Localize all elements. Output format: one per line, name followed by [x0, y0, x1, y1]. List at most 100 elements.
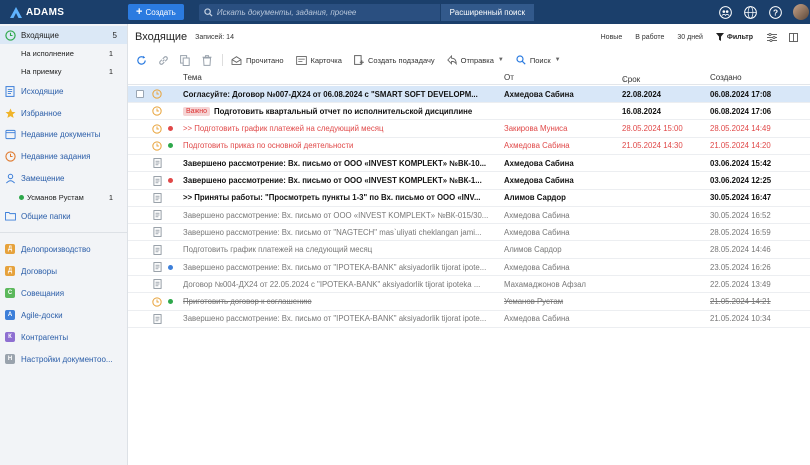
row-checkbox-cell[interactable]: [136, 155, 145, 171]
column-created[interactable]: Создано: [710, 73, 742, 82]
sidebar-item-agile-boards[interactable]: A Agile-доски: [0, 306, 127, 324]
row-checkbox-cell[interactable]: [136, 276, 145, 292]
sidebar-item-contracts[interactable]: Д Договоры: [0, 262, 127, 280]
row-checkbox-cell[interactable]: [136, 311, 145, 327]
sidebar-item-label: Общие папки: [21, 211, 71, 221]
document-icon: [151, 242, 163, 258]
row-subject[interactable]: Завершено рассмотрение: Вх. письмо от ОО…: [183, 207, 488, 223]
row-checkbox-cell[interactable]: [136, 173, 145, 189]
user-avatar[interactable]: [793, 4, 809, 20]
table-row[interactable]: Приготовить договор к соглашению Усманов …: [128, 294, 810, 311]
language-icon[interactable]: [743, 5, 757, 19]
sidebar-item-recent-tasks[interactable]: Недавние задания: [0, 147, 127, 165]
sidebar-item-substitute-user[interactable]: Усманов Рустам 1: [0, 189, 127, 205]
filter-30-days[interactable]: 30 дней: [677, 34, 702, 41]
table-row[interactable]: >> Подготовить график платежей на следую…: [128, 121, 810, 138]
sidebar-item-records-management[interactable]: Д Делопроизводство: [0, 240, 127, 258]
table-row[interactable]: Подготовить график платежей на следующий…: [128, 242, 810, 259]
row-created: 06.08.2024 17:06: [710, 106, 772, 116]
sidebar-item-settings[interactable]: Н Настройки документоо...: [0, 350, 127, 368]
document-icon: [151, 311, 163, 327]
app-logo[interactable]: ADAMS: [0, 6, 128, 18]
row-subject-text: Приготовить договор к соглашению: [183, 297, 312, 307]
row-checkbox-cell[interactable]: [136, 138, 145, 154]
table-row[interactable]: Важно Подготовить квартальный отчет по ис…: [128, 103, 810, 121]
send-dropdown[interactable]: Отправка ▼: [446, 55, 504, 65]
sidebar-item-substitution[interactable]: Замещение: [0, 169, 127, 187]
row-subject[interactable]: Завершено рассмотрение: Вх. письмо от ОО…: [183, 155, 488, 171]
sidebar-item-counterparties[interactable]: К Контрагенты: [0, 328, 127, 346]
create-subtask-button[interactable]: Создать подзадачу: [354, 55, 435, 65]
table-row[interactable]: Подготовить приказ по основной деятельно…: [128, 138, 810, 155]
sidebar-item-favorites[interactable]: Избранное: [0, 104, 127, 122]
global-search[interactable]: Искать документы, задания, прочее Расшир…: [198, 3, 534, 21]
advanced-search-button[interactable]: Расширенный поиск: [439, 3, 534, 21]
row-subject[interactable]: Согласуйте: Договор №007-ДХ24 от 06.08.2…: [183, 86, 488, 102]
create-button[interactable]: + Создать: [128, 4, 184, 20]
row-checkbox-cell[interactable]: [136, 224, 145, 240]
row-subject[interactable]: Договор №004-ДХ24 от 22.05.2024 с "IPOTE…: [183, 276, 488, 292]
row-checkbox-cell[interactable]: [136, 294, 145, 310]
help-icon[interactable]: ?: [768, 5, 782, 19]
link-icon[interactable]: [156, 53, 170, 67]
sidebar-item-to-execute[interactable]: На исполнение 1: [0, 45, 127, 61]
table-row[interactable]: Завершено рассмотрение: Вх. письмо от "I…: [128, 259, 810, 276]
table-row[interactable]: Завершено рассмотрение: Вх. письмо от "I…: [128, 311, 810, 328]
row-subject[interactable]: Завершено рассмотрение: Вх. письмо от "N…: [183, 224, 488, 240]
sidebar-item-inbox[interactable]: Входящие 5: [0, 26, 127, 44]
document-icon: [151, 173, 163, 189]
row-subject[interactable]: >> Приняты работы: "Просмотреть пункты 1…: [183, 190, 488, 206]
column-from[interactable]: От: [504, 73, 514, 82]
chevron-down-icon: ▼: [554, 57, 561, 63]
filter-new[interactable]: Новые: [601, 34, 623, 41]
card-button[interactable]: Карточка: [295, 56, 342, 65]
subtask-icon: [354, 55, 364, 65]
page-header: Входящие Записей: 14 Новые В работе 30 д…: [128, 24, 810, 50]
row-term: [622, 259, 700, 275]
view-toggle-icon[interactable]: [789, 32, 798, 42]
row-checkbox-cell[interactable]: [136, 259, 145, 275]
row-checkbox-cell[interactable]: [136, 86, 145, 102]
table-row[interactable]: Договор №004-ДХ24 от 22.05.2024 с "IPOTE…: [128, 276, 810, 294]
row-checkbox-cell[interactable]: [136, 190, 145, 206]
row-checkbox-cell[interactable]: [136, 242, 145, 258]
row-term: [622, 276, 700, 292]
search-input[interactable]: Искать документы, задания, прочее: [217, 8, 440, 17]
sidebar-item-shared-folders[interactable]: Общие папки: [0, 207, 127, 225]
sidebar-item-recent-docs[interactable]: Недавние документы: [0, 125, 127, 143]
sidebar-item-outbox[interactable]: Исходящие: [0, 82, 127, 100]
table-row[interactable]: Завершено рассмотрение: Вх. письмо от ОО…: [128, 155, 810, 173]
table-row[interactable]: Согласуйте: Договор №007-ДХ24 от 06.08.2…: [128, 86, 810, 103]
filter-button[interactable]: Фильтр: [715, 33, 753, 41]
mark-read-button[interactable]: Прочитано: [231, 56, 284, 65]
table-row[interactable]: >> Приняты работы: "Просмотреть пункты 1…: [128, 190, 810, 207]
row-checkbox-cell[interactable]: [136, 207, 145, 223]
row-subject[interactable]: Приготовить договор к соглашению: [183, 294, 488, 310]
delete-icon[interactable]: [200, 53, 214, 67]
row-subject[interactable]: Завершено рассмотрение: Вх. письмо от "I…: [183, 259, 488, 275]
row-subject[interactable]: Завершено рассмотрение: Вх. письмо от ОО…: [183, 173, 488, 189]
row-subject[interactable]: Важно Подготовить квартальный отчет по ис…: [183, 103, 488, 119]
search-dropdown[interactable]: Поиск ▼: [516, 55, 561, 65]
refresh-icon[interactable]: [134, 53, 148, 67]
row-subject[interactable]: Подготовить график платежей на следующий…: [183, 242, 488, 258]
copy-icon[interactable]: [178, 53, 192, 67]
table-header: Тема От Срок ↓ Создано: [128, 71, 810, 85]
users-icon[interactable]: [718, 5, 732, 19]
table-row[interactable]: Завершено рассмотрение: Вх. письмо от ОО…: [128, 173, 810, 190]
sidebar-item-to-accept[interactable]: На приемку 1: [0, 63, 127, 79]
row-checkbox-cell[interactable]: [136, 103, 145, 119]
row-subject[interactable]: Завершено рассмотрение: Вх. письмо от "I…: [183, 311, 488, 327]
sidebar-item-meetings[interactable]: С Совещания: [0, 284, 127, 302]
table-row[interactable]: Завершено рассмотрение: Вх. письмо от ОО…: [128, 207, 810, 225]
settings-sliders-icon[interactable]: [767, 32, 777, 42]
table-row[interactable]: Завершено рассмотрение: Вх. письмо от "N…: [128, 224, 810, 242]
toolbar-separator: [222, 54, 223, 66]
row-checkbox-cell[interactable]: [136, 121, 145, 137]
row-subject-text: Согласуйте: Договор №007-ДХ24 от 06.08.2…: [183, 89, 478, 99]
row-checkbox[interactable]: [136, 90, 144, 98]
column-subject[interactable]: Тема: [183, 73, 202, 82]
filter-in-progress[interactable]: В работе: [635, 34, 664, 41]
row-subject[interactable]: >> Подготовить график платежей на следую…: [183, 121, 488, 137]
row-subject[interactable]: Подготовить приказ по основной деятельно…: [183, 138, 488, 154]
